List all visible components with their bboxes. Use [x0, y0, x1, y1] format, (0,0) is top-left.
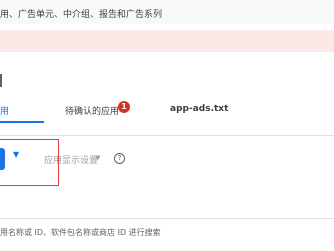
highlight-frame	[0, 139, 59, 186]
search-divider	[0, 218, 334, 219]
search-input[interactable]: 用名称或 ID、软件包名称或商店 ID 进行搜索	[0, 227, 161, 238]
display-settings-chevron-icon[interactable]: ▼	[95, 154, 100, 162]
pending-count-badge: 1	[118, 101, 130, 113]
alert-banner	[0, 30, 334, 52]
app-icon-fragment	[0, 74, 2, 87]
tab-app-ads-txt[interactable]: app-ads.txt	[170, 104, 228, 114]
help-icon[interactable]: ?	[114, 153, 125, 164]
active-tab-underline	[0, 121, 44, 123]
tab-pending-apps[interactable]: 待确认的应用	[65, 104, 119, 117]
top-info-text: 用、广告单元、中介组、报告和广告系列	[0, 10, 163, 20]
tab-apps[interactable]: 用	[0, 104, 9, 117]
tabs-divider	[0, 135, 334, 136]
